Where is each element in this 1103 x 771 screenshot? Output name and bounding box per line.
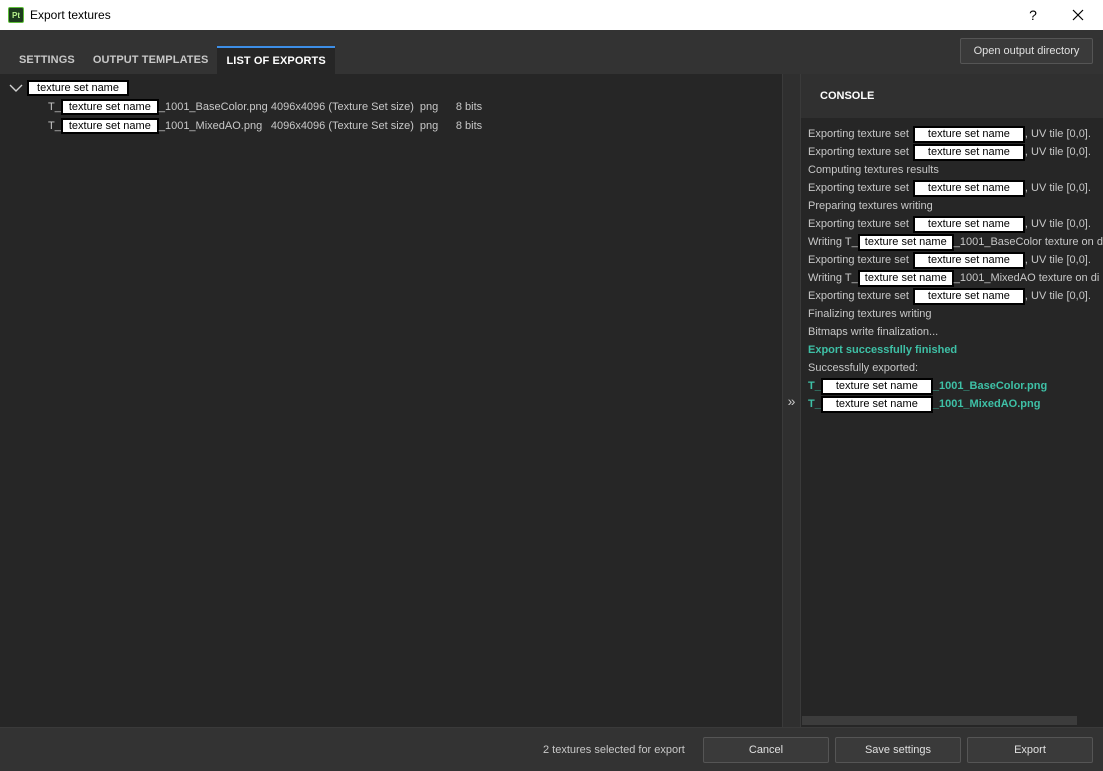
console-line-text: Exporting texture set — [808, 218, 909, 230]
console-line-tail: _1001_BaseColor.png — [932, 380, 1048, 392]
console-line: Successfully exported: — [808, 359, 1103, 377]
console-texture-set-name: texture set name — [857, 269, 954, 287]
file-format: png — [419, 101, 439, 113]
texture-set-row[interactable]: texture set name — [8, 79, 129, 97]
console-horizontal-scrollbar[interactable] — [802, 716, 1077, 725]
tab-settings[interactable]: SETTINGS — [10, 46, 84, 74]
file-suffix: _1001_MixedAO.png — [158, 120, 263, 132]
console-line: Writing T_ texture set name _1001_MixedAO … — [808, 269, 1103, 287]
console-line: Computing textures results — [808, 161, 1103, 179]
console-line: T_ texture set name _1001_MixedAO.png — [808, 395, 1103, 413]
console-line: Exporting texture set texture set name, U… — [808, 287, 1103, 305]
console-line: Bitmaps write finalization... — [808, 323, 1103, 341]
close-icon — [1072, 9, 1084, 21]
console-line: T_ texture set name _1001_BaseColor.png — [808, 377, 1103, 395]
save-settings-button[interactable]: Save settings — [835, 737, 961, 763]
console-line-text: Bitmaps write finalization... — [808, 326, 939, 338]
close-button[interactable] — [1064, 0, 1092, 30]
console-line-text: Exporting texture set — [808, 146, 909, 158]
console-title: CONSOLE — [801, 74, 1103, 118]
console-line-text: Computing textures results — [808, 164, 939, 176]
texture-set-name: texture set name — [27, 80, 129, 96]
file-bit-depth: 8 bits — [455, 101, 483, 113]
console-line: Preparing textures writing — [808, 197, 1103, 215]
export-file-row[interactable]: T_ texture set name _1001_BaseColor.png … — [48, 98, 482, 116]
console-line-tail: _1001_MixedAO.png — [932, 398, 1041, 410]
console-log: Exporting texture set texture set name, U… — [808, 125, 1103, 413]
console-line-text: Exporting texture set — [808, 128, 909, 140]
open-output-directory-button[interactable]: Open output directory — [960, 38, 1093, 64]
file-format: png — [419, 120, 439, 132]
export-button[interactable]: Export — [967, 737, 1093, 763]
console-line-tail: _1001_MixedAO texture on di — [953, 272, 1100, 284]
console-line: Exporting texture set texture set name, U… — [808, 143, 1103, 161]
console-line-text: Export successfully finished — [808, 344, 958, 356]
console-line-text: T_ — [808, 380, 821, 392]
console-texture-set-name: texture set name — [820, 395, 933, 413]
tab-list-of-exports[interactable]: LIST OF EXPORTS — [217, 46, 335, 74]
title-bar: Pt Export textures ? — [0, 0, 1103, 30]
console-line-text: Preparing textures writing — [808, 200, 933, 212]
file-suffix: _1001_BaseColor.png — [158, 101, 268, 113]
file-texture-set-name: texture set name — [60, 99, 159, 115]
console-texture-set-name: texture set name — [912, 287, 1025, 305]
file-prefix: T_ — [48, 101, 61, 113]
console-line: Exporting texture set texture set name, U… — [808, 251, 1103, 269]
file-size: 4096x4096 (Texture Set size) — [270, 120, 414, 132]
help-button[interactable]: ? — [1022, 0, 1044, 30]
double-chevron-right-icon: » — [787, 392, 796, 409]
console-line-tail: , UV tile [0,0]. — [1024, 218, 1091, 230]
tab-bar: SETTINGS OUTPUT TEMPLATES LIST OF EXPORT… — [0, 30, 1103, 74]
file-texture-set-name: texture set name — [60, 118, 159, 134]
console-line-text: Successfully exported: — [808, 362, 919, 374]
console-line: Finalizing textures writing — [808, 305, 1103, 323]
console-line-text: Finalizing textures writing — [808, 308, 932, 320]
console-texture-set-name: texture set name — [912, 143, 1025, 161]
console-texture-set-name: texture set name — [820, 377, 933, 395]
console-texture-set-name: texture set name — [912, 251, 1025, 269]
console-line-tail: _1001_BaseColor texture on d — [953, 236, 1103, 248]
file-size: 4096x4096 (Texture Set size) — [270, 101, 414, 113]
console-line-text: Writing T_ — [808, 272, 858, 284]
console-texture-set-name: texture set name — [912, 215, 1025, 233]
collapse-console-handle[interactable]: » — [782, 74, 801, 727]
console-line-text: Exporting texture set — [808, 290, 909, 302]
console-line-text: Writing T_ — [808, 236, 858, 248]
chevron-down-icon[interactable] — [8, 80, 24, 96]
console-line-tail: , UV tile [0,0]. — [1024, 128, 1091, 140]
footer-bar: 2 textures selected for export Cancel Sa… — [0, 727, 1103, 771]
console-line-text: Exporting texture set — [808, 182, 909, 194]
console-texture-set-name: texture set name — [912, 179, 1025, 197]
console-line: Export successfully finished — [808, 341, 1103, 359]
console-line-tail: , UV tile [0,0]. — [1024, 290, 1091, 302]
console-line: Exporting texture set texture set name, U… — [808, 179, 1103, 197]
console-line: Exporting texture set texture set name, U… — [808, 215, 1103, 233]
file-bit-depth: 8 bits — [455, 120, 483, 132]
console-line-text: Exporting texture set — [808, 254, 909, 266]
cancel-button[interactable]: Cancel — [703, 737, 829, 763]
console-texture-set-name: texture set name — [912, 125, 1025, 143]
console-line-tail: , UV tile [0,0]. — [1024, 146, 1091, 158]
console-line: Writing T_ texture set name _1001_BaseColo… — [808, 233, 1103, 251]
app-icon: Pt — [8, 7, 24, 23]
tab-output-templates[interactable]: OUTPUT TEMPLATES — [84, 46, 218, 74]
console-texture-set-name: texture set name — [857, 233, 954, 251]
file-prefix: T_ — [48, 120, 61, 132]
export-list-panel: texture set name T_ texture set name _10… — [0, 74, 782, 727]
console-panel: CONSOLE Exporting texture set texture set… — [801, 74, 1103, 727]
window-title: Export textures — [30, 8, 111, 22]
console-line-tail: , UV tile [0,0]. — [1024, 182, 1091, 194]
export-file-row[interactable]: T_ texture set name _1001_MixedAO.png 40… — [48, 117, 482, 135]
console-line: Exporting texture set texture set name, U… — [808, 125, 1103, 143]
console-line-text: T_ — [808, 398, 821, 410]
selection-status: 2 textures selected for export — [543, 744, 685, 756]
console-line-tail: , UV tile [0,0]. — [1024, 254, 1091, 266]
